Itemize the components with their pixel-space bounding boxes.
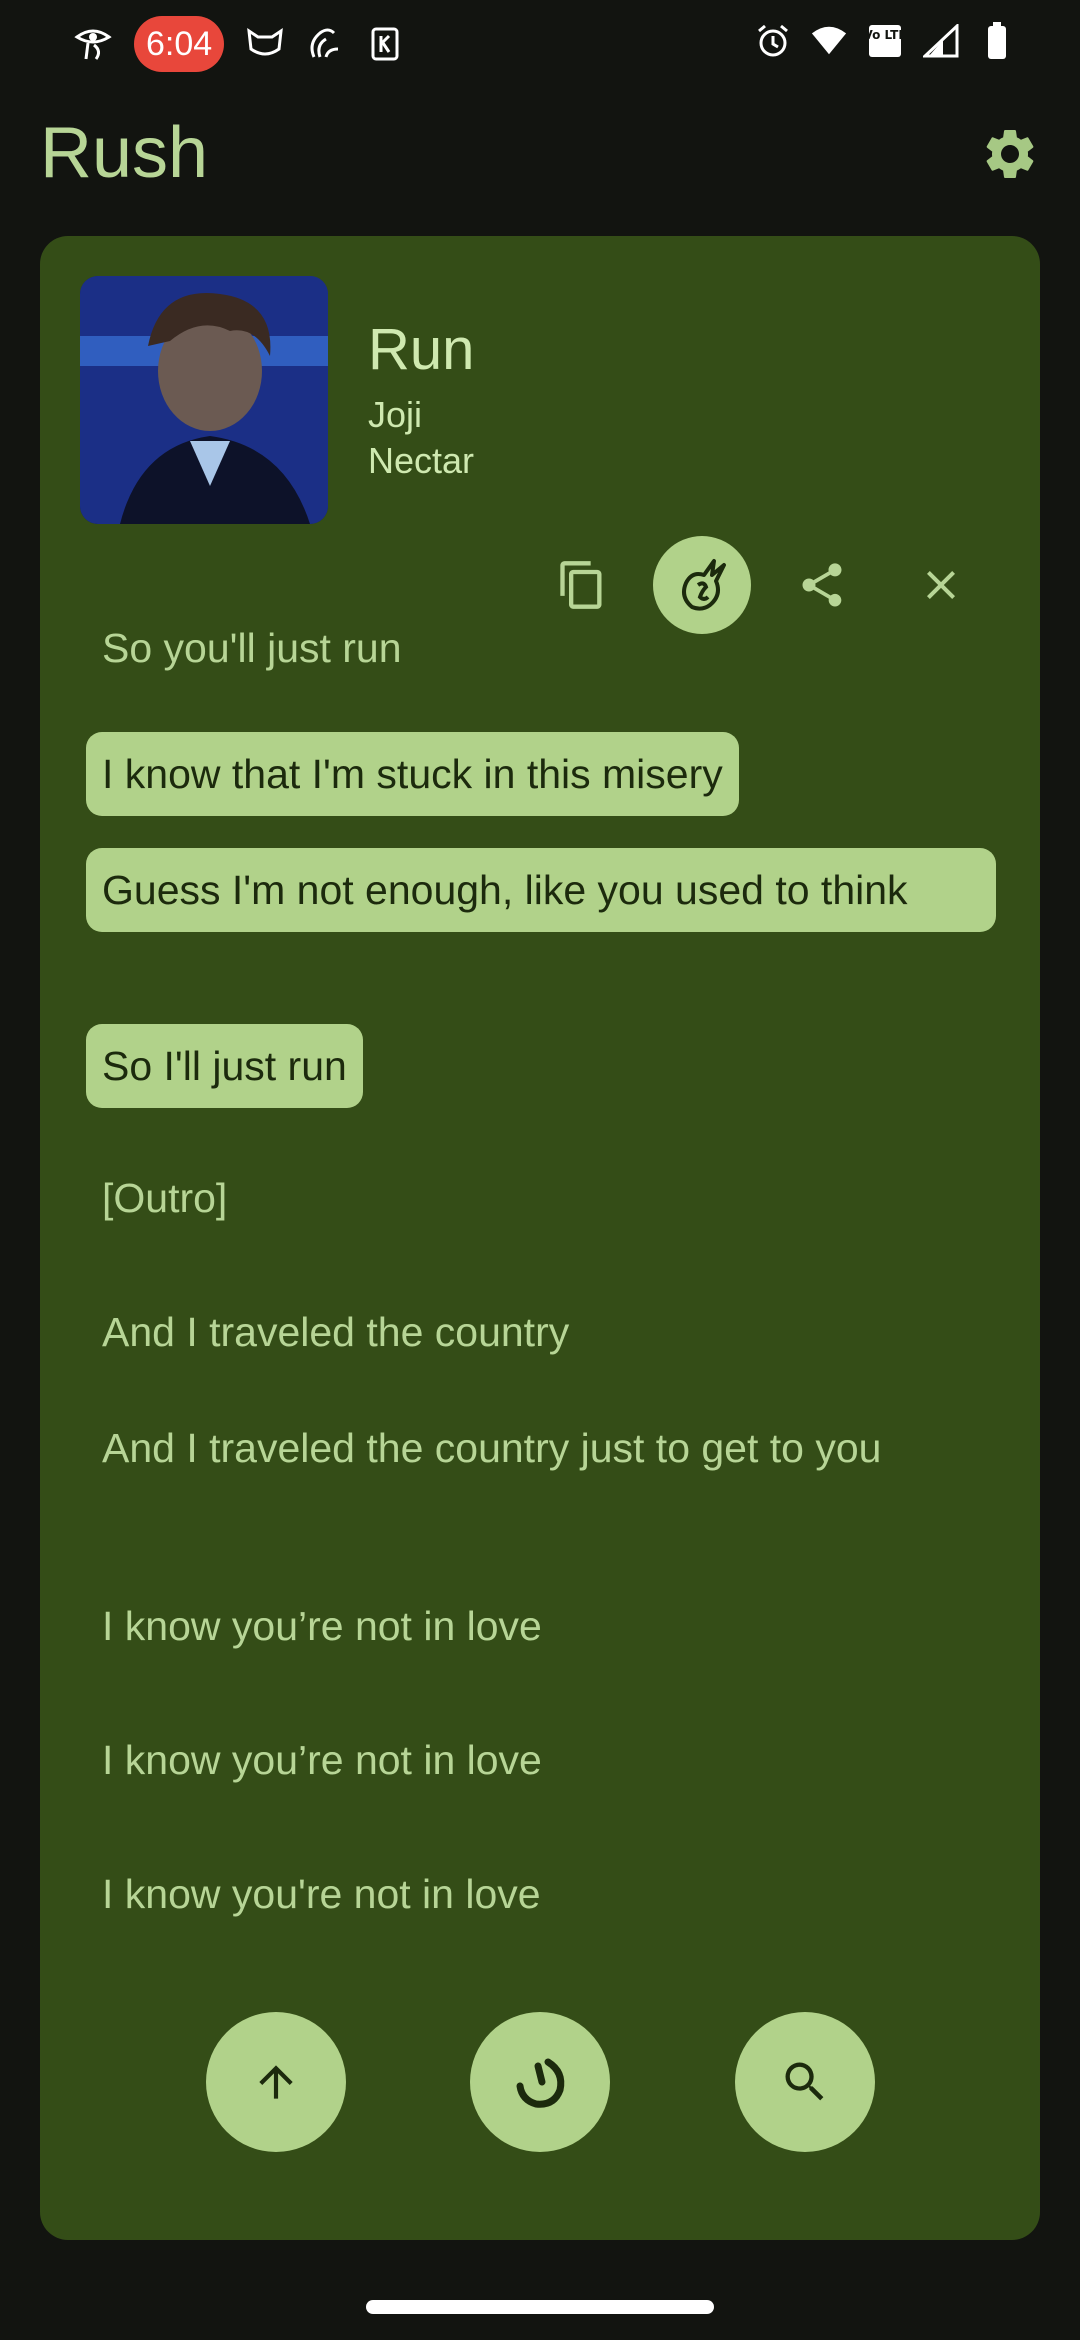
sync-icon bbox=[516, 2058, 565, 2108]
lyric-line[interactable]: I know you’re not in love bbox=[86, 1584, 558, 1668]
lyric-line-selected[interactable]: Guess I'm not enough, like you used to t… bbox=[86, 848, 996, 932]
lyrics-list[interactable]: So you'll just run I know that I'm stuck… bbox=[86, 616, 996, 2176]
copy-icon bbox=[560, 561, 602, 609]
search-button[interactable] bbox=[735, 2012, 875, 2152]
battery-icon bbox=[978, 22, 1016, 60]
lyric-line-selected[interactable]: So I'll just run bbox=[86, 1024, 363, 1108]
status-left: 6:04 bbox=[74, 16, 404, 72]
scroll-to-top-button[interactable] bbox=[206, 2012, 346, 2152]
lyric-line[interactable]: And I traveled the country just to get t… bbox=[86, 1406, 996, 1490]
arrow-up-icon bbox=[259, 2065, 293, 2099]
signal-icon bbox=[922, 22, 960, 60]
status-right: Vo LTE bbox=[754, 22, 1016, 60]
album-art-image bbox=[80, 276, 328, 524]
alarm-icon bbox=[754, 22, 792, 60]
song-title: Run bbox=[368, 317, 475, 382]
home-indicator[interactable] bbox=[366, 2300, 714, 2314]
search-icon bbox=[785, 2062, 824, 2101]
app-title: Rush bbox=[40, 113, 209, 193]
card-icon bbox=[366, 25, 404, 63]
lyric-line[interactable]: So you'll just run bbox=[86, 616, 418, 690]
settings-button[interactable] bbox=[980, 124, 1040, 184]
gnome-icon bbox=[306, 25, 344, 63]
lyric-line[interactable]: I know you're not in love bbox=[86, 1852, 557, 1936]
song-artist: Joji bbox=[368, 394, 423, 435]
status-bar: 6:04 Vo LTE bbox=[0, 0, 1080, 90]
lyric-line[interactable]: And I traveled the country bbox=[86, 1290, 585, 1374]
mask-icon bbox=[246, 25, 284, 63]
gear-icon bbox=[986, 129, 1034, 178]
volte-icon: Vo LTE bbox=[866, 22, 904, 60]
status-time: 6:04 bbox=[134, 16, 225, 72]
lyric-line[interactable]: [Outro] bbox=[86, 1156, 243, 1240]
eye-of-horus-icon bbox=[74, 25, 112, 63]
wifi-icon bbox=[810, 22, 848, 60]
lyrics-card: Run Joji Nectar So you'll just run I kno… bbox=[40, 236, 1040, 2240]
song-album: Nectar bbox=[368, 440, 475, 481]
sync-button[interactable] bbox=[470, 2012, 610, 2152]
close-icon bbox=[927, 571, 955, 599]
lyric-line-selected[interactable]: I know that I'm stuck in this misery bbox=[86, 732, 739, 816]
genius-icon bbox=[682, 559, 726, 611]
share-icon bbox=[802, 563, 842, 607]
volte-label: Vo LTE bbox=[867, 28, 903, 42]
album-art bbox=[80, 276, 328, 524]
lyric-line[interactable]: I know you’re not in love bbox=[86, 1718, 558, 1802]
